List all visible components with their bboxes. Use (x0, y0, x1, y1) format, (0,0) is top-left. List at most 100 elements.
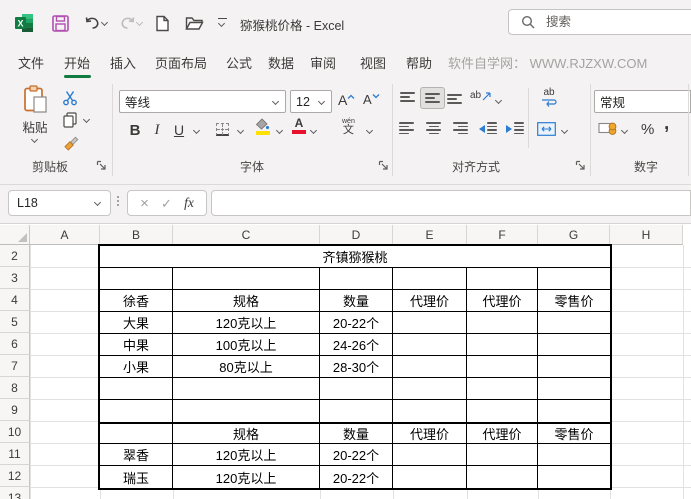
cell[interactable]: 代理价 (393, 290, 467, 312)
cell[interactable]: 中果 (100, 334, 173, 356)
increase-font-button[interactable]: A (338, 92, 355, 108)
font-dialog-launcher[interactable] (378, 159, 390, 171)
row-header-11[interactable]: 11 (0, 443, 30, 465)
comma-style-button[interactable]: , (664, 114, 669, 133)
cell[interactable] (467, 334, 538, 356)
cell[interactable] (467, 268, 538, 290)
italic-button[interactable]: I (150, 120, 164, 140)
cell[interactable]: 24-26个 (320, 334, 393, 356)
cell[interactable] (467, 378, 538, 400)
align-right-button[interactable] (453, 121, 468, 135)
new-file-button[interactable] (150, 11, 174, 35)
menu-insert[interactable]: 插入 (110, 53, 136, 72)
cell[interactable] (467, 356, 538, 378)
cell[interactable]: 28-30个 (320, 356, 393, 378)
row-header-6[interactable]: 6 (0, 333, 30, 355)
cell[interactable] (467, 444, 538, 466)
copy-dropdown-chevron-icon[interactable] (83, 116, 91, 124)
menu-home[interactable]: 开始 (64, 53, 90, 72)
cell[interactable] (393, 400, 467, 422)
clipboard-dialog-launcher[interactable] (96, 159, 108, 171)
merge-center-chevron-icon[interactable] (561, 127, 569, 135)
column-header-B[interactable]: B (100, 225, 173, 245)
font-color-button[interactable]: A (292, 117, 306, 134)
cell[interactable]: 代理价 (393, 422, 467, 444)
name-box[interactable]: L18 (8, 190, 111, 216)
cell[interactable]: 规格 (173, 290, 320, 312)
select-all-corner[interactable] (0, 225, 30, 245)
alignment-dialog-launcher[interactable] (575, 159, 587, 171)
cell[interactable]: 大果 (100, 312, 173, 334)
merge-center-button[interactable] (537, 122, 556, 136)
save-button[interactable] (48, 11, 72, 35)
cell[interactable] (173, 378, 320, 400)
cell[interactable]: 小果 (100, 356, 173, 378)
borders-chevron-icon[interactable] (237, 127, 245, 135)
cell[interactable]: 代理价 (467, 290, 538, 312)
open-file-button[interactable] (182, 11, 206, 35)
decrease-indent-button[interactable] (479, 121, 497, 135)
fill-color-button[interactable] (255, 118, 270, 135)
formula-input[interactable] (211, 190, 691, 216)
cell[interactable] (393, 334, 467, 356)
increase-indent-button[interactable] (506, 121, 524, 135)
menu-help[interactable]: 帮助 (406, 53, 432, 72)
font-size-combo[interactable]: 12 (290, 90, 332, 113)
cell[interactable]: 80克以上 (173, 356, 320, 378)
cell[interactable] (393, 312, 467, 334)
paste-button[interactable]: 粘贴 (12, 85, 58, 153)
cell[interactable] (467, 466, 538, 488)
column-header-F[interactable]: F (467, 225, 538, 245)
row-header-2[interactable]: 2 (0, 245, 30, 267)
orientation-button[interactable]: ab (470, 90, 493, 102)
bottom-align-button[interactable] (447, 91, 462, 105)
wrap-text-button[interactable]: ab (541, 88, 557, 107)
column-header-G[interactable]: G (538, 225, 610, 245)
enter-check-icon[interactable]: ✓ (161, 197, 172, 210)
cell[interactable] (467, 400, 538, 422)
cell[interactable] (467, 312, 538, 334)
cell[interactable] (320, 378, 393, 400)
format-painter-button[interactable] (62, 135, 80, 153)
cell[interactable] (538, 312, 610, 334)
cell[interactable]: 100克以上 (173, 334, 320, 356)
cell[interactable]: 数量 (320, 290, 393, 312)
cell[interactable]: 数量 (320, 422, 393, 444)
cell[interactable]: 20-22个 (320, 312, 393, 334)
cell[interactable] (173, 268, 320, 290)
cell[interactable]: 代理价 (467, 422, 538, 444)
percent-style-button[interactable]: % (641, 121, 654, 138)
cell[interactable] (538, 378, 610, 400)
cell[interactable]: 120克以上 (173, 466, 320, 488)
menu-review[interactable]: 审阅 (310, 53, 336, 72)
insert-function-icon[interactable]: fx (184, 195, 194, 211)
cell[interactable] (320, 268, 393, 290)
column-header-E[interactable]: E (393, 225, 467, 245)
menu-file[interactable]: 文件 (18, 53, 44, 72)
underline-chevron-icon[interactable] (193, 127, 201, 135)
cell[interactable]: 20-22个 (320, 466, 393, 488)
menu-formulas[interactable]: 公式 (226, 53, 252, 72)
cell[interactable] (320, 400, 393, 422)
cell[interactable] (100, 422, 173, 444)
row-header-4[interactable]: 4 (0, 289, 30, 311)
cell[interactable] (393, 378, 467, 400)
cut-button[interactable] (62, 90, 78, 106)
menu-data[interactable]: 数据 (268, 53, 294, 72)
top-align-button[interactable] (400, 91, 415, 105)
bold-button[interactable]: B (126, 120, 144, 140)
cell[interactable]: 120克以上 (173, 312, 320, 334)
accounting-format-button[interactable] (598, 121, 617, 136)
undo-dropdown-chevron-icon[interactable] (101, 19, 109, 27)
fill-color-chevron-icon[interactable] (276, 127, 284, 135)
cell[interactable] (538, 466, 610, 488)
phonetic-guide-button[interactable]: wén 文 (342, 118, 355, 136)
cell[interactable] (173, 400, 320, 422)
row-header-3[interactable]: 3 (0, 267, 30, 289)
cell[interactable]: 零售价 (538, 422, 610, 444)
font-name-chevron-icon[interactable] (272, 98, 280, 106)
underline-button[interactable]: U (171, 120, 187, 140)
search-box[interactable] (508, 9, 691, 35)
row-header-9[interactable]: 9 (0, 399, 30, 421)
cell[interactable] (393, 466, 467, 488)
